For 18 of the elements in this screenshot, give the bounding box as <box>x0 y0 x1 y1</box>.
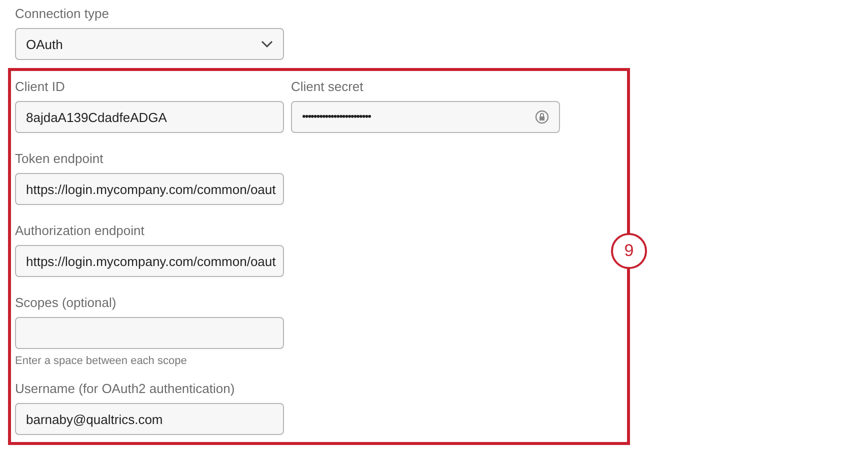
input-field[interactable]: 8ajdaA139CdadfeADGA <box>15 101 284 133</box>
field-label: Token endpoint <box>15 151 104 167</box>
connection-type-dropdown[interactable]: OAuth <box>15 28 284 60</box>
hint-text: Enter a space between each scope <box>15 355 188 367</box>
field-label: Connection type <box>15 6 110 22</box>
field-label: Scopes (optional) <box>15 295 118 311</box>
field-label: Client ID <box>15 79 66 95</box>
input-field[interactable]: •••••••••••••••••••••••• <box>291 101 560 133</box>
chevron-down-icon <box>261 40 273 48</box>
step-badge: 9 <box>611 233 647 269</box>
field-label: Authorization endpoint <box>15 223 146 239</box>
lock-icon[interactable] <box>535 109 549 125</box>
input-field[interactable]: https://login.mycompany.com/common/oaut <box>15 245 284 277</box>
input-field[interactable]: barnaby@qualtrics.com <box>15 403 284 435</box>
input-field[interactable]: https://login.mycompany.com/common/oaut <box>15 173 284 205</box>
field-label: Username (for OAuth2 authentication) <box>15 381 236 397</box>
field-label: Client secret <box>291 79 364 95</box>
input-field[interactable] <box>15 317 284 349</box>
